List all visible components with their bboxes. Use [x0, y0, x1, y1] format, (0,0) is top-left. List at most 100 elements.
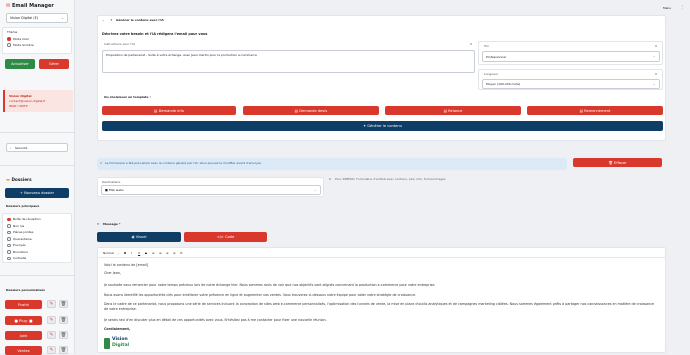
theme-panel: Thème Mode Clair Mode Sombre: [2, 27, 72, 54]
brand-select[interactable]: Vision Digital (E) ⌄: [6, 13, 68, 23]
divider: [0, 132, 75, 133]
body-line-0[interactable]: Voici le contenu de [email]: [104, 263, 148, 267]
collapse-icon[interactable]: ⌄: [102, 19, 105, 22]
template-demande-devis-label: Demande devis: [299, 108, 328, 113]
brand-select-value: Vision Digital (E): [10, 16, 39, 20]
custom-folder-0[interactable]: Pushh: [5, 300, 42, 309]
body-line-4[interactable]: Dans le cadre de ce partenariat, nous pr…: [104, 302, 659, 311]
bold-button[interactable]: B: [124, 251, 126, 255]
more-icon[interactable]: ⋮: [681, 5, 684, 9]
logo-mark-icon: [104, 338, 110, 349]
folder-attachments[interactable]: Pièces jointes: [13, 231, 33, 234]
generate-content-button[interactable]: ✦ Générer le contenu: [102, 121, 663, 131]
security-label: Sécurité: [15, 146, 28, 150]
instructions-label: Instructions pour l'IA: [104, 42, 135, 46]
menu-link[interactable]: Menu: [663, 7, 671, 10]
visual-tab[interactable]: ◉ Visuel: [97, 232, 181, 242]
body-line-6[interactable]: Cordialement,: [104, 327, 130, 331]
folder-inbox[interactable]: Boîte de réception: [13, 218, 41, 221]
info-banner: ✔ Le formulaire a été pré-rempli avec le…: [97, 158, 567, 170]
custom-folder-3-label: Ventes: [17, 348, 30, 353]
logo-line1: Vision: [112, 337, 128, 342]
clipboard-icon[interactable]: ⧉: [655, 45, 657, 48]
body-line-3[interactable]: Nous avons identifié les opportunités cl…: [104, 293, 416, 297]
bullet-list-button[interactable]: ≡: [159, 251, 162, 255]
update-button[interactable]: Actualiser: [5, 59, 35, 69]
trash-icon[interactable]: 🗑: [59, 300, 68, 308]
align-button[interactable]: ≡: [166, 251, 169, 255]
recipient-select[interactable]: ■ FNA webs ⌄: [101, 185, 321, 195]
strike-button[interactable]: S: [145, 251, 147, 255]
folder-radio-inbox[interactable]: [7, 217, 11, 221]
template-remerciement[interactable]: ▤ Remerciement: [527, 106, 663, 115]
folder-radio-attachments[interactable]: [7, 230, 11, 234]
chevron-down-icon: ⌄: [117, 250, 120, 255]
folder-sent[interactable]: Envoyés: [13, 244, 26, 247]
clear-format-button[interactable]: ⊘: [180, 251, 183, 255]
trash-icon[interactable]: 🗑: [59, 316, 68, 324]
sparkle-icon: ✦: [110, 18, 113, 22]
folders-title: ▬ Dossiers: [6, 177, 32, 182]
clipboard-icon[interactable]: ⧉: [329, 178, 331, 181]
template-relance[interactable]: ▤ Relance: [385, 106, 521, 115]
template-relance-label: Relance: [448, 108, 463, 113]
clipboard-icon[interactable]: ⧉: [470, 43, 472, 46]
ai-describe-label: Décrivez votre besoin et l'IA rédigera l…: [102, 32, 208, 36]
template-demande-devis[interactable]: ▤ Demande devis: [243, 106, 379, 115]
custom-folder-2[interactable]: Junk: [5, 331, 42, 340]
radio-dark[interactable]: [7, 43, 11, 47]
ai-section-title[interactable]: Générer le contenu avec l'IA: [116, 19, 164, 22]
folder-trash[interactable]: Corbeille: [13, 257, 26, 260]
body-line-1[interactable]: Cher Jean,: [104, 271, 121, 275]
app-title: ✉ Email Manager: [6, 4, 54, 9]
signature-logo: Vision Digital: [104, 336, 130, 351]
chevron-down-icon: ⌄: [653, 81, 656, 86]
custom-folder-3[interactable]: Ventes: [5, 346, 42, 355]
folder-quarantine[interactable]: Quarantaine: [13, 237, 32, 241]
link-button[interactable]: ≡: [173, 251, 176, 255]
clear-button[interactable]: 🗑 Effacer: [573, 158, 662, 167]
recipient-label: Destinataire: [102, 179, 121, 184]
template-demande-info[interactable]: ▤ Demande info: [102, 106, 236, 115]
custom-folder-1-label: ■ Plug. ■: [14, 318, 33, 323]
ordered-list-button[interactable]: ≡: [152, 251, 155, 255]
edit-icon[interactable]: ✎: [47, 331, 56, 339]
tone-select[interactable]: Professionnel ⌄: [482, 51, 660, 62]
template-title: Ou choisissez un template :: [104, 95, 151, 99]
length-select[interactable]: Moyen (100-200 mots) ⌄: [482, 79, 660, 89]
security-expander[interactable]: › Sécurité: [6, 143, 68, 152]
clipboard-icon[interactable]: ⧉: [655, 73, 657, 76]
folder-radio-quarantine[interactable]: [7, 237, 11, 241]
italic-button[interactable]: I: [131, 251, 132, 255]
folder-unread[interactable]: Non lus: [13, 224, 24, 228]
tone-value: Professionnel: [486, 54, 506, 59]
code-icon: </>: [216, 235, 226, 239]
folder-radio-trash[interactable]: [7, 256, 11, 260]
folder-radio-sent[interactable]: [7, 243, 11, 247]
underline-button[interactable]: U: [138, 251, 140, 255]
custom-folder-2-label: Junk: [19, 333, 28, 338]
edit-icon[interactable]: ✎: [47, 300, 56, 308]
main-folders-list: Boîte de réception Non lus Pièces jointe…: [2, 213, 72, 263]
edit-icon[interactable]: ✎: [47, 316, 56, 324]
length-value: Moyen (100-200 mots): [486, 82, 521, 86]
check-icon: ✔: [100, 161, 103, 165]
account-notice-line1: contact@vision-digital.fr: [9, 99, 46, 103]
body-line-2[interactable]: Je souhaite vous remercier pour notre te…: [104, 283, 435, 287]
code-tab[interactable]: </> Code: [184, 232, 267, 242]
new-folder-button[interactable]: + Nouveau dossier: [5, 188, 69, 198]
manage-button[interactable]: Gérer: [39, 59, 69, 69]
instructions-textarea[interactable]: Proposition de partenariat - Suite à vot…: [102, 50, 475, 73]
radio-light[interactable]: [7, 37, 11, 41]
folder-drafts[interactable]: Brouillons: [13, 250, 28, 254]
custom-folder-1[interactable]: ■ Plug. ■: [5, 316, 42, 325]
message-label: Message *: [103, 222, 121, 226]
template-remerciement-label: Remerciement: [584, 108, 611, 113]
body-line-5[interactable]: Je serais ravi d'en discuter plus en dét…: [104, 318, 327, 322]
trash-icon[interactable]: 🗑: [59, 331, 68, 339]
folder-radio-drafts[interactable]: [7, 250, 11, 254]
folder-radio-unread[interactable]: [7, 224, 11, 228]
sidebar: ✉ Email Manager Vision Digital (E) ⌄ Thè…: [0, 0, 75, 355]
new-folder-button-label: + Nouveau dossier: [19, 191, 55, 195]
format-select[interactable]: Normal: [103, 251, 114, 255]
